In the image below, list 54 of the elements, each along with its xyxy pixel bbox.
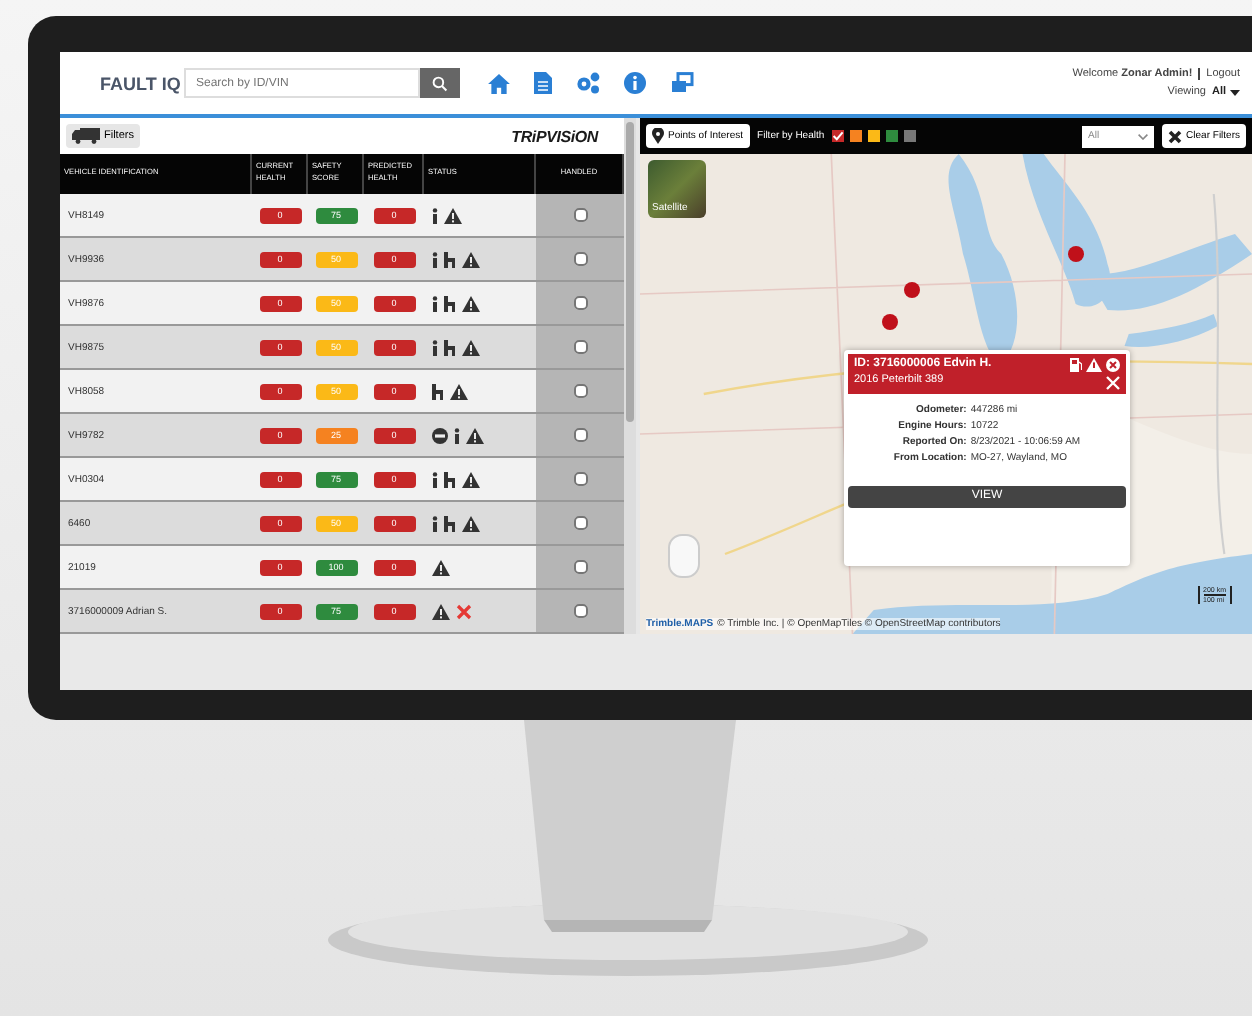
info-icon <box>432 339 438 355</box>
pin-icon <box>652 128 664 144</box>
hook-icon <box>444 295 456 311</box>
health-filter-checkbox[interactable] <box>850 130 863 142</box>
warning-icon <box>432 603 450 619</box>
info-icon <box>454 427 460 443</box>
info-icon <box>432 207 438 223</box>
info-icon <box>432 471 438 487</box>
brand-logo: TRiPVISiON <box>511 127 601 145</box>
handled-checkbox[interactable] <box>573 296 587 310</box>
info-icon[interactable] <box>624 72 646 94</box>
handled-checkbox[interactable] <box>573 252 587 266</box>
warning-icon <box>462 339 480 355</box>
document-icon[interactable] <box>534 72 552 94</box>
warning-icon <box>444 207 462 223</box>
caret-icon <box>1230 89 1240 95</box>
hook-icon <box>444 515 456 531</box>
handled-checkbox[interactable] <box>573 428 587 442</box>
handled-checkbox[interactable] <box>573 472 587 486</box>
close-icon <box>1168 129 1183 143</box>
hook-icon <box>444 339 456 355</box>
warning-icon <box>462 471 480 487</box>
info-icon <box>432 295 438 311</box>
health-filter-checkbox[interactable] <box>886 130 899 142</box>
warning-icon <box>462 251 480 267</box>
handled-checkbox[interactable] <box>573 340 587 354</box>
windows-icon[interactable] <box>670 72 694 94</box>
health-filter-checkbox[interactable] <box>904 130 917 142</box>
health-filter-checkbox[interactable] <box>832 130 845 142</box>
info-icon <box>432 251 438 267</box>
handled-checkbox[interactable] <box>573 516 587 530</box>
scrollbar-thumb[interactable] <box>626 122 634 422</box>
handled-checkbox[interactable] <box>573 384 587 398</box>
logo: FAULT IQ <box>100 73 183 93</box>
hook-icon <box>444 471 456 487</box>
handled-checkbox[interactable] <box>573 604 587 618</box>
warning-icon <box>432 559 450 575</box>
search-icon <box>432 75 448 91</box>
warning-icon <box>466 427 484 443</box>
warning-icon <box>462 295 480 311</box>
hook-icon <box>444 251 456 267</box>
search-button[interactable] <box>420 68 460 98</box>
chevron-icon <box>1138 133 1149 139</box>
no-entry-icon <box>432 427 448 443</box>
close-icon[interactable] <box>1106 358 1120 372</box>
handled-checkbox[interactable] <box>573 208 587 222</box>
health-filter-checkbox[interactable] <box>868 130 881 142</box>
truck-icon <box>72 128 100 144</box>
info-icon <box>432 515 438 531</box>
hook-icon <box>432 383 444 399</box>
warning-icon <box>450 383 468 399</box>
handled-checkbox[interactable] <box>573 560 587 574</box>
warning-icon <box>462 515 480 531</box>
home-icon[interactable] <box>488 73 510 93</box>
